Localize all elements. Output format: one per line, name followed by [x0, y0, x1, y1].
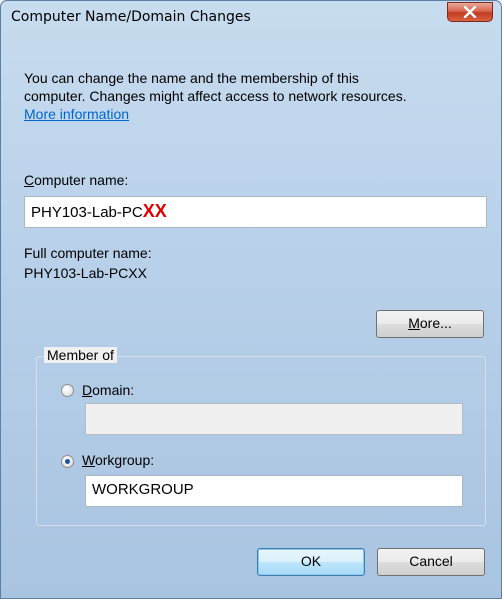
cancel-button[interactable]: Cancel — [377, 548, 485, 576]
domain-input[interactable] — [85, 403, 463, 435]
more-information-link[interactable]: More information — [24, 106, 129, 122]
ok-button[interactable]: OK — [257, 548, 365, 576]
more-button[interactable]: More... — [376, 310, 484, 338]
title-bar[interactable]: Computer Name/Domain Changes — [1, 1, 501, 31]
full-computer-name-value: PHY103-Lab-PCXX — [24, 265, 147, 281]
window-title: Computer Name/Domain Changes — [11, 9, 251, 25]
full-computer-name-label: Full computer name: — [24, 245, 152, 261]
workgroup-label-accel: W — [82, 452, 95, 468]
domain-label-accel: D — [82, 382, 93, 398]
computer-name-input[interactable]: PHY103-Lab-PCXX — [24, 196, 487, 228]
computer-name-label-accel: C — [24, 172, 35, 188]
computer-name-label-rest: omputer name: — [34, 172, 129, 188]
more-button-accel: M — [408, 315, 420, 331]
intro-text-line1: You can change the name and the membersh… — [24, 70, 359, 86]
more-button-label: ore... — [419, 315, 452, 331]
computer-name-value: PHY103-Lab-PC — [31, 204, 143, 221]
domain-radio[interactable] — [61, 384, 74, 397]
computer-name-label: Computer name: — [24, 172, 128, 188]
intro-text-line2: computer. Changes might affect access to… — [24, 88, 407, 104]
workgroup-radio[interactable] — [61, 455, 74, 468]
close-button[interactable] — [447, 2, 493, 22]
workgroup-input[interactable]: WORKGROUP — [85, 475, 463, 507]
domain-label: Domain: — [82, 382, 134, 398]
workgroup-label-rest: orkgroup: — [94, 452, 155, 468]
workgroup-label: Workgroup: — [82, 452, 154, 468]
close-icon — [463, 6, 477, 18]
computer-name-marker: XX — [142, 201, 167, 221]
member-of-label: Member of — [44, 347, 117, 363]
domain-label-rest: omain: — [92, 382, 135, 398]
workgroup-value: WORKGROUP — [92, 481, 194, 498]
